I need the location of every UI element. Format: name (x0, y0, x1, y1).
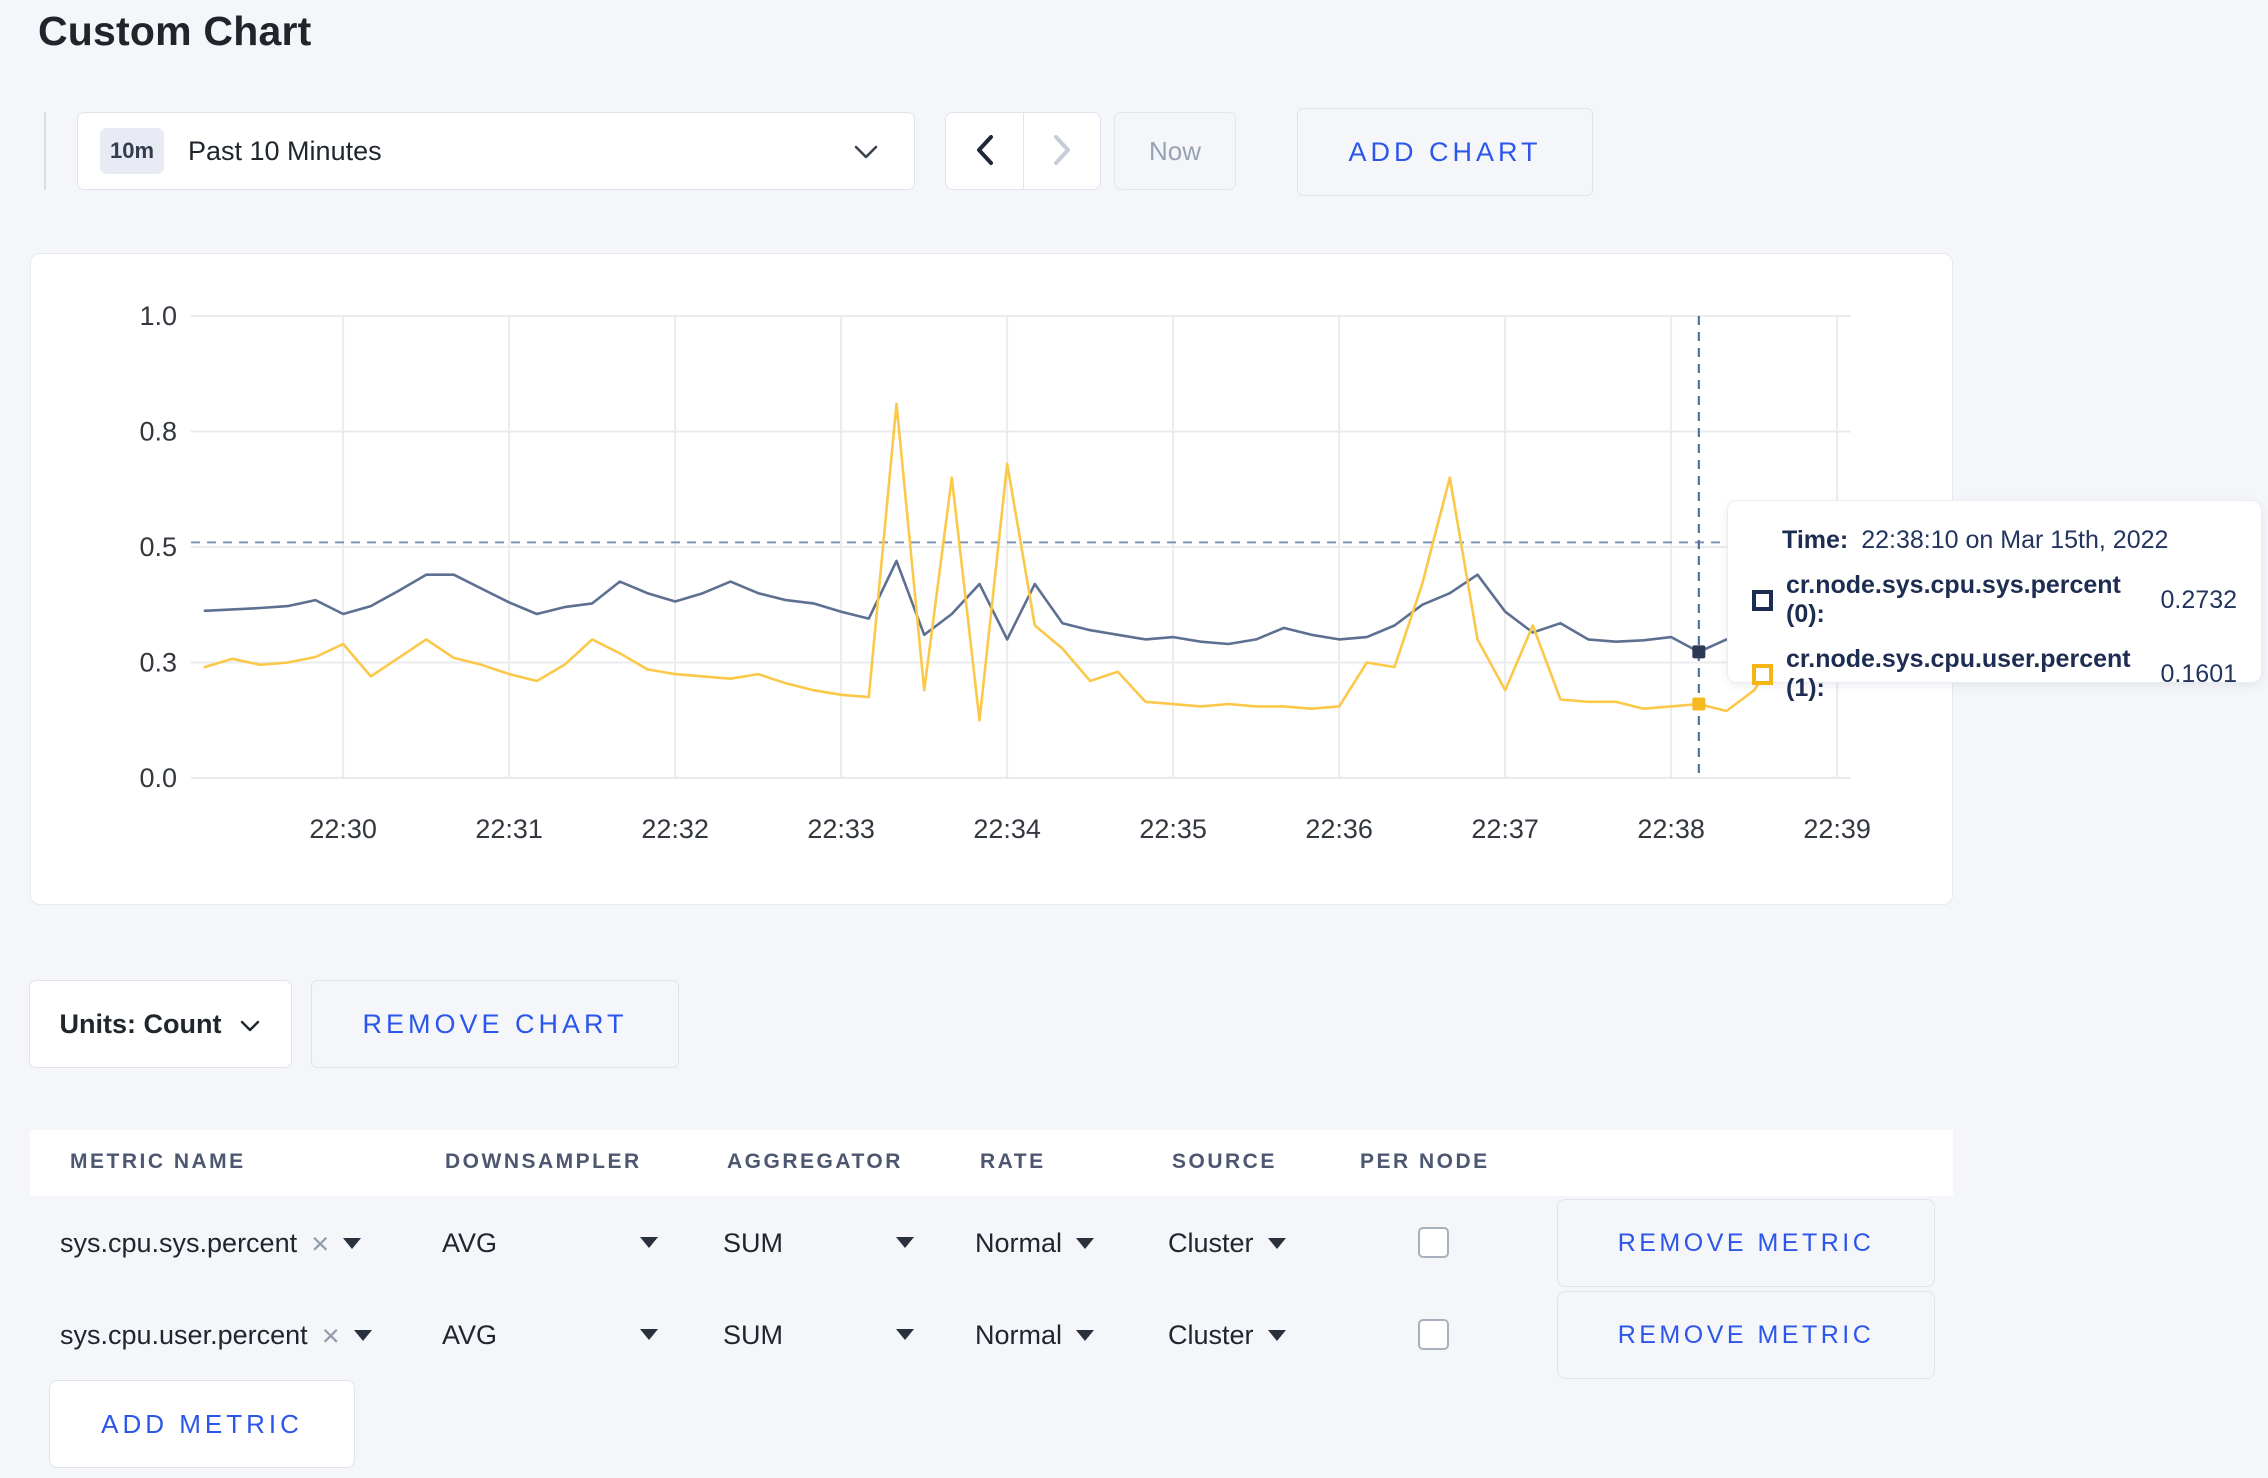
source-select[interactable]: Cluster (1168, 1291, 1286, 1379)
time-range-select[interactable]: 10m Past 10 Minutes (77, 112, 915, 190)
svg-text:22:35: 22:35 (1139, 814, 1207, 844)
caret-down-icon[interactable] (640, 1237, 658, 1248)
metric-name-select[interactable]: sys.cpu.user.percent × (60, 1291, 372, 1379)
remove-metric-button[interactable]: REMOVE METRIC (1557, 1199, 1935, 1287)
caret-down-icon[interactable] (896, 1237, 914, 1248)
time-range-badge: 10m (100, 128, 164, 174)
caret-down-icon (1076, 1329, 1095, 1341)
downsampler-select[interactable]: AVG (442, 1291, 497, 1379)
prev-time-button[interactable] (946, 113, 1023, 189)
tooltip-series-label: cr.node.sys.cpu.user.percent (1): (1786, 645, 2131, 702)
chevron-right-icon (1049, 133, 1075, 170)
source-value: Cluster (1168, 1227, 1254, 1258)
tooltip-series-row: cr.node.sys.cpu.user.percent (1): 0.1601 (1752, 645, 2237, 703)
per-node-checkbox[interactable] (1418, 1227, 1449, 1258)
tooltip-time-label: Time: (1782, 526, 1849, 554)
caret-down-icon (343, 1237, 362, 1249)
chevron-down-icon (852, 143, 880, 166)
column-per-node: PER NODE (1360, 1150, 1490, 1173)
caret-down-icon (1076, 1237, 1095, 1249)
aggregator-select[interactable]: SUM (723, 1291, 783, 1379)
column-rate: RATE (980, 1150, 1046, 1173)
tooltip-series-value: 0.1601 (2160, 659, 2237, 688)
svg-text:22:39: 22:39 (1803, 814, 1871, 844)
svg-text:22:33: 22:33 (807, 814, 875, 844)
svg-text:22:32: 22:32 (641, 814, 709, 844)
column-metric-name: METRIC NAME (70, 1150, 246, 1173)
rate-select[interactable]: Normal (975, 1291, 1095, 1379)
svg-text:0.8: 0.8 (139, 417, 177, 447)
svg-text:22:37: 22:37 (1471, 814, 1539, 844)
clear-icon[interactable]: × (311, 1228, 329, 1259)
remove-metric-button[interactable]: REMOVE METRIC (1557, 1291, 1935, 1379)
remove-chart-button[interactable]: REMOVE CHART (311, 980, 679, 1068)
rate-select[interactable]: Normal (975, 1199, 1095, 1287)
toolbar-left-divider (44, 112, 46, 190)
per-node-checkbox[interactable] (1418, 1319, 1449, 1350)
chart-card: 0.0 0.3 0.5 0.8 1.0 22:30 22:31 22:32 22:33 22:34… (30, 253, 1953, 905)
svg-text:0.5: 0.5 (139, 532, 177, 562)
tooltip-time-row: Time: 22:38:10 on Mar 15th, 2022 (1782, 526, 2237, 555)
units-select[interactable]: Units: Count (29, 980, 292, 1068)
metric-row: sys.cpu.sys.percent × AVG SUM Normal Clu… (30, 1199, 1953, 1287)
aggregator-value: SUM (723, 1227, 783, 1258)
units-label: Units: Count (59, 1008, 222, 1039)
svg-text:22:31: 22:31 (475, 814, 543, 844)
svg-text:22:38: 22:38 (1637, 814, 1705, 844)
caret-down-icon (353, 1329, 372, 1341)
next-time-button[interactable] (1023, 113, 1100, 189)
column-source: SOURCE (1172, 1150, 1277, 1173)
time-pager (945, 112, 1101, 190)
source-select[interactable]: Cluster (1168, 1199, 1286, 1287)
rate-value: Normal (975, 1227, 1063, 1258)
tooltip-time-value: 22:38:10 on Mar 15th, 2022 (1861, 526, 2169, 554)
svg-text:22:34: 22:34 (973, 814, 1041, 844)
column-downsampler: DOWNSAMPLER (445, 1150, 642, 1173)
downsampler-value: AVG (442, 1227, 498, 1258)
svg-text:22:30: 22:30 (309, 814, 377, 844)
add-metric-button[interactable]: ADD METRIC (49, 1380, 355, 1468)
rate-value: Normal (975, 1319, 1063, 1350)
user-percent-swatch-icon (1752, 663, 1773, 685)
column-aggregator: AGGREGATOR (727, 1150, 903, 1173)
caret-down-icon (1267, 1329, 1286, 1341)
tooltip-series-row: cr.node.sys.cpu.sys.percent (0): 0.2732 (1752, 571, 2237, 629)
tooltip-series-value: 0.2732 (2160, 585, 2237, 614)
metric-name-value: sys.cpu.sys.percent (60, 1227, 298, 1258)
aggregator-value: SUM (723, 1319, 783, 1350)
svg-text:1.0: 1.0 (139, 301, 177, 331)
svg-text:22:36: 22:36 (1305, 814, 1373, 844)
metric-row: sys.cpu.user.percent × AVG SUM Normal Cl… (30, 1291, 1953, 1379)
caret-down-icon[interactable] (640, 1329, 658, 1340)
add-chart-button[interactable]: ADD CHART (1297, 108, 1593, 196)
metric-name-value: sys.cpu.user.percent (60, 1319, 308, 1350)
clear-icon[interactable]: × (322, 1320, 340, 1351)
source-value: Cluster (1168, 1319, 1254, 1350)
cpu-percent-line-chart[interactable]: 0.0 0.3 0.5 0.8 1.0 22:30 22:31 22:32 22:33 22:34… (31, 254, 1954, 906)
chevron-left-icon (972, 133, 998, 170)
aggregator-select[interactable]: SUM (723, 1199, 783, 1287)
svg-text:0.3: 0.3 (139, 648, 177, 678)
caret-down-icon[interactable] (896, 1329, 914, 1340)
chart-tooltip: Time: 22:38:10 on Mar 15th, 2022 cr.node… (1727, 500, 2262, 702)
metric-name-select[interactable]: sys.cpu.sys.percent × (60, 1199, 362, 1287)
tooltip-series-label: cr.node.sys.cpu.sys.percent (0): (1786, 571, 2121, 628)
time-range-label: Past 10 Minutes (188, 135, 382, 166)
caret-down-icon (1267, 1237, 1286, 1249)
chevron-down-icon (239, 1009, 261, 1040)
svg-text:0.0: 0.0 (139, 763, 177, 793)
downsampler-value: AVG (442, 1319, 498, 1350)
metrics-table-header: METRIC NAME DOWNSAMPLER AGGREGATOR RATE … (30, 1130, 1953, 1196)
page-title: Custom Chart (38, 8, 312, 54)
downsampler-select[interactable]: AVG (442, 1199, 497, 1287)
now-button[interactable]: Now (1114, 112, 1236, 190)
sys-percent-swatch-icon (1752, 589, 1773, 611)
